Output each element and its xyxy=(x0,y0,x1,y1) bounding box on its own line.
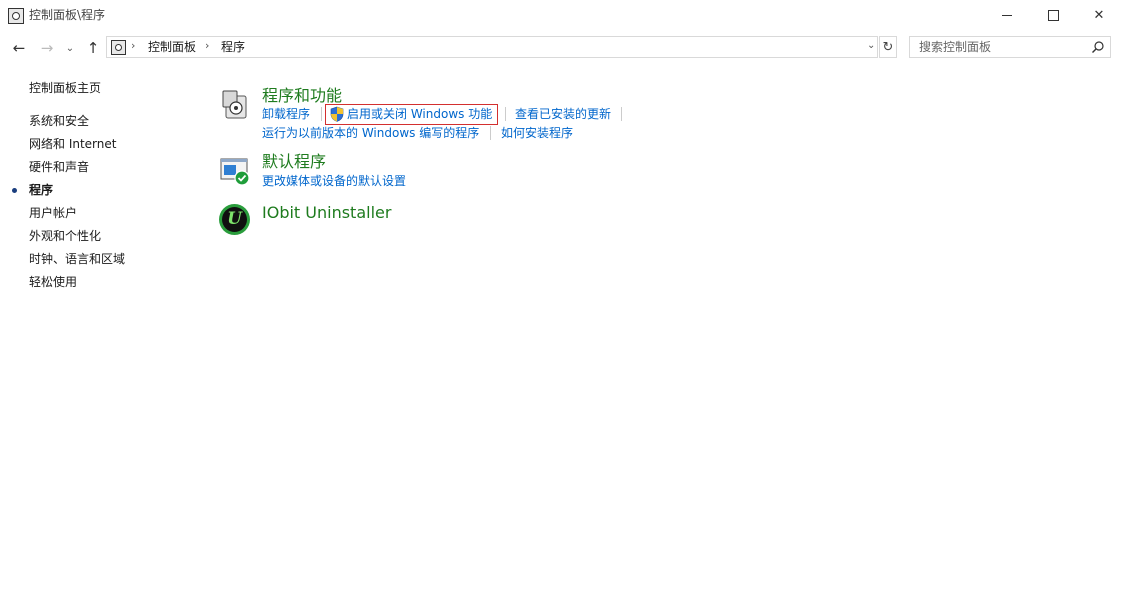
arrow-up-icon: ↑ xyxy=(86,39,100,57)
breadcrumb-separator-icon[interactable]: › xyxy=(131,39,135,52)
close-icon: ✕ xyxy=(1093,7,1105,23)
default-programs-title[interactable]: 默认程序 xyxy=(262,152,326,172)
sidebar-item-clock-region[interactable]: 时钟、语言和区域 xyxy=(29,251,125,267)
refresh-icon: ↻ xyxy=(882,39,894,55)
arrow-right-icon: → xyxy=(40,39,54,57)
refresh-button[interactable]: ↻ xyxy=(879,36,897,58)
back-button[interactable]: ← xyxy=(10,38,28,58)
link-divider xyxy=(621,107,622,121)
search-icon[interactable] xyxy=(1091,40,1105,54)
minimize-icon xyxy=(1002,14,1012,16)
breadcrumb-control-panel[interactable]: 控制面板 xyxy=(148,39,196,55)
title-bar: 控制面板\程序 ✕ xyxy=(0,0,1122,32)
uac-shield-icon xyxy=(330,106,344,122)
search-input[interactable] xyxy=(910,37,1095,57)
sidebar-item-network[interactable]: 网络和 Internet xyxy=(29,136,116,152)
minimize-button[interactable] xyxy=(984,0,1030,30)
active-bullet-icon xyxy=(12,188,17,193)
window-title: 控制面板\程序 xyxy=(29,8,106,22)
turn-windows-features-link[interactable]: 启用或关闭 Windows 功能 xyxy=(347,106,492,122)
control-panel-icon xyxy=(8,8,24,24)
maximize-icon xyxy=(1047,9,1059,21)
link-divider xyxy=(490,126,491,140)
sidebar-item-system-security[interactable]: 系统和安全 xyxy=(29,113,89,129)
uninstall-program-link[interactable]: 卸载程序 xyxy=(262,106,310,122)
view-installed-updates-link[interactable]: 查看已安装的更新 xyxy=(515,106,611,122)
sidebar-item-appearance[interactable]: 外观和个性化 xyxy=(29,228,101,244)
iobit-logo-letter: U xyxy=(222,207,247,232)
iobit-uninstaller-icon[interactable]: U xyxy=(219,204,250,235)
chevron-down-icon: ⌄ xyxy=(65,42,75,54)
up-button[interactable]: ↑ xyxy=(84,38,102,58)
maximize-button[interactable] xyxy=(1030,0,1076,30)
iobit-uninstaller-title[interactable]: IObit Uninstaller xyxy=(262,203,391,223)
sidebar-item-ease-of-access[interactable]: 轻松使用 xyxy=(29,274,77,290)
close-button[interactable]: ✕ xyxy=(1076,0,1122,30)
breadcrumb-separator-icon[interactable]: › xyxy=(205,39,209,52)
sidebar-item-home[interactable]: 控制面板主页 xyxy=(29,80,101,96)
change-media-defaults-link[interactable]: 更改媒体或设备的默认设置 xyxy=(262,173,406,189)
link-divider xyxy=(321,107,322,121)
control-panel-icon xyxy=(111,40,126,55)
chevron-down-icon[interactable]: ⌄ xyxy=(867,40,875,51)
sidebar-item-hardware-sound[interactable]: 硬件和声音 xyxy=(29,159,89,175)
recent-locations-button[interactable]: ⌄ xyxy=(64,38,76,58)
programs-features-title[interactable]: 程序和功能 xyxy=(262,86,342,106)
default-programs-icon[interactable] xyxy=(220,157,252,187)
link-divider xyxy=(505,107,506,121)
forward-button[interactable]: → xyxy=(38,38,56,58)
programs-features-icon[interactable] xyxy=(220,88,250,120)
run-older-programs-link[interactable]: 运行为以前版本的 Windows 编写的程序 xyxy=(262,125,479,141)
search-box[interactable] xyxy=(909,36,1111,58)
arrow-left-icon: ← xyxy=(12,39,26,57)
sidebar-item-programs[interactable]: 程序 xyxy=(29,182,53,198)
sidebar-item-user-accounts[interactable]: 用户帐户 xyxy=(29,205,77,221)
address-bar[interactable]: › 控制面板 › 程序 ⌄ xyxy=(106,36,878,58)
breadcrumb-programs[interactable]: 程序 xyxy=(221,39,245,55)
how-to-install-link[interactable]: 如何安装程序 xyxy=(501,125,573,141)
